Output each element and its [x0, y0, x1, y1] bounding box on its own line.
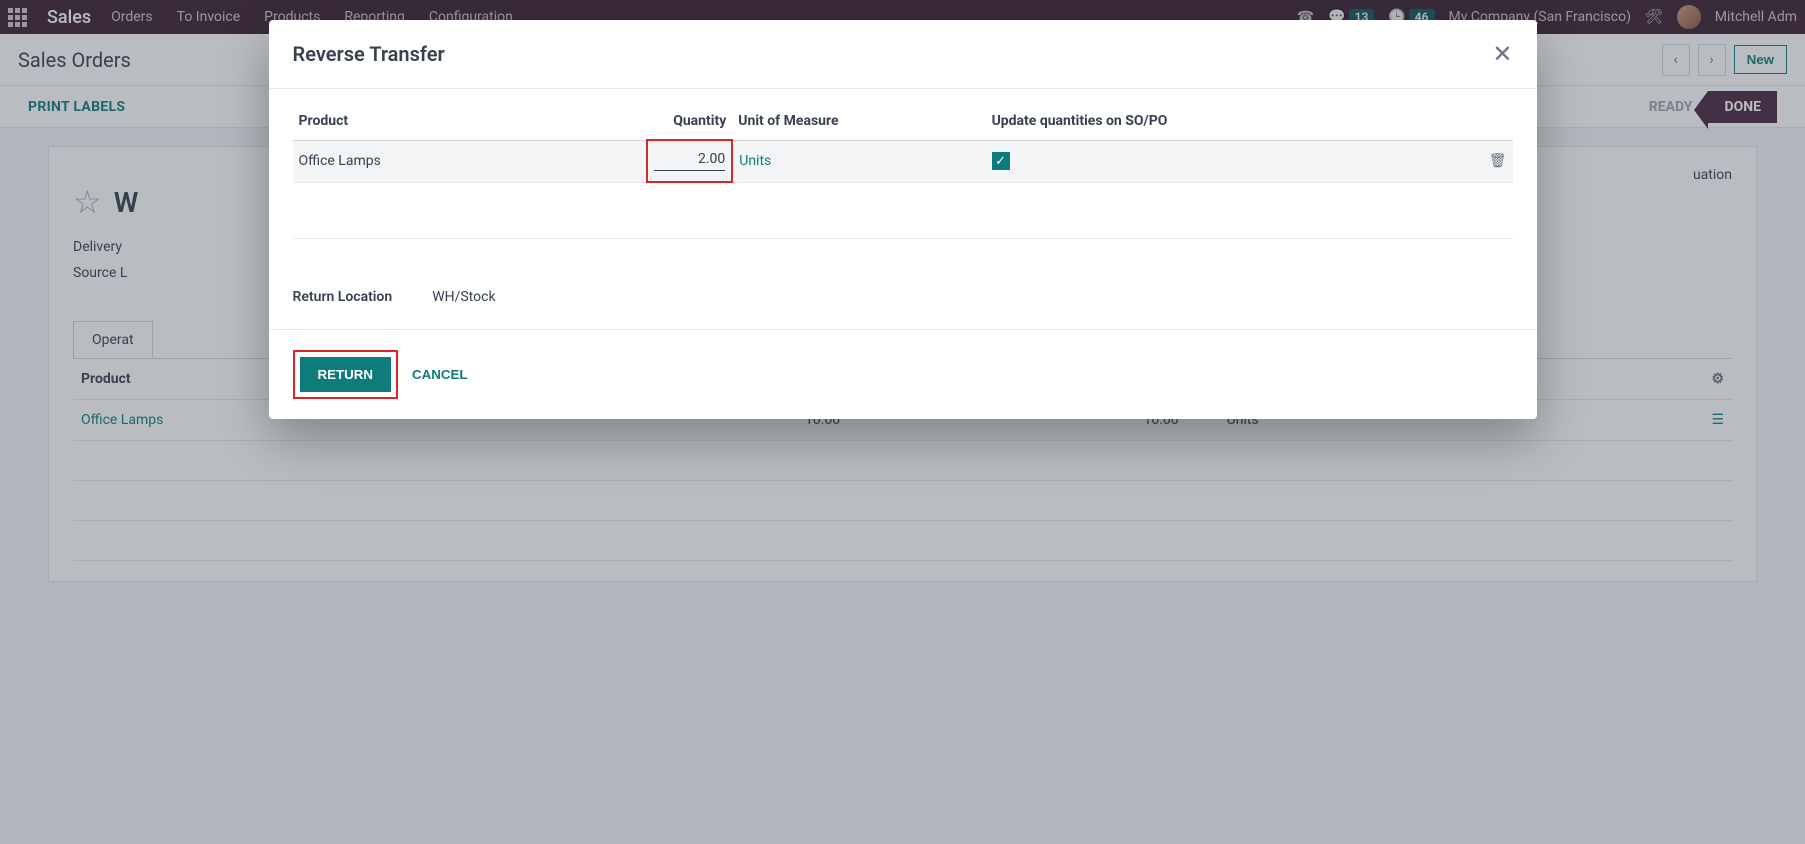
return-line-row[interactable]: Office Lamps 2.00 Units ✓ 🗑 [293, 140, 1513, 182]
return-location-field: Return Location WH/Stock [293, 269, 1513, 305]
line-quantity-cell[interactable]: 2.00 [647, 140, 732, 182]
reverse-transfer-modal: Reverse Transfer ✕ Product Quantity Unit… [269, 20, 1537, 419]
mth-update: Update quantities on SO/PO [986, 103, 1472, 140]
return-button-highlight: RETURN [293, 350, 399, 399]
line-uom[interactable]: Units [739, 153, 771, 169]
line-product[interactable]: Office Lamps [293, 140, 648, 182]
return-button[interactable]: RETURN [300, 357, 392, 392]
mth-product: Product [293, 103, 648, 140]
modal-overlay: Reverse Transfer ✕ Product Quantity Unit… [0, 0, 1805, 844]
return-lines-table: Product Quantity Unit of Measure Update … [293, 103, 1513, 239]
return-location-value[interactable]: WH/Stock [432, 289, 495, 305]
return-location-label: Return Location [293, 289, 393, 305]
mth-quantity: Quantity [647, 103, 732, 140]
update-checkbox[interactable]: ✓ [992, 152, 1010, 170]
close-icon[interactable]: ✕ [1492, 42, 1512, 66]
line-quantity-value[interactable]: 2.00 [654, 151, 725, 171]
cancel-button[interactable]: CANCEL [412, 367, 468, 382]
mth-uom: Unit of Measure [732, 103, 985, 140]
modal-title: Reverse Transfer [293, 42, 445, 66]
trash-icon[interactable]: 🗑 [1489, 153, 1507, 169]
blank-row [293, 182, 1513, 238]
